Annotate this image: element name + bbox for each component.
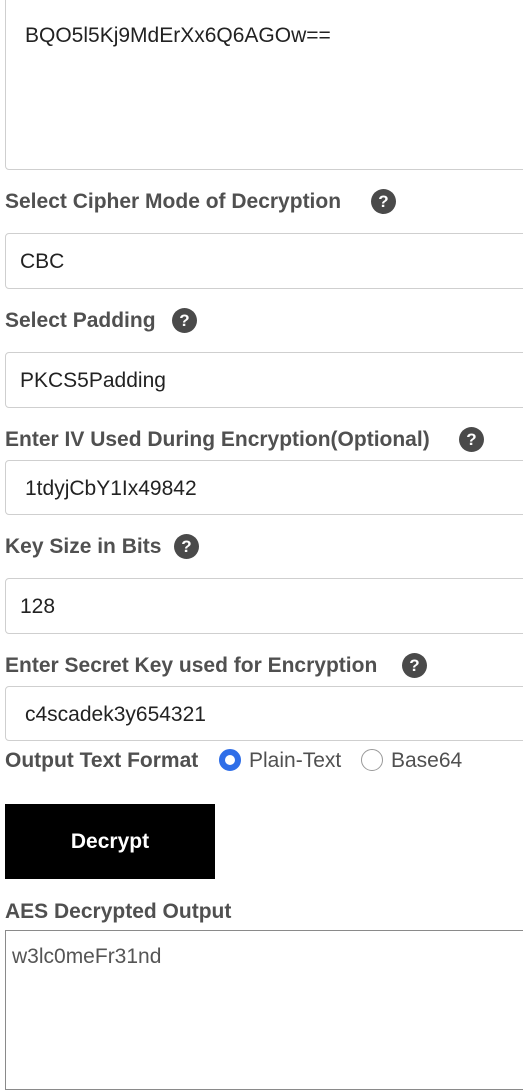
ciphertext-textarea[interactable]: BQO5l5Kj9MdErXx6Q6AGOw==: [5, 0, 523, 170]
output-label: AES Decrypted Output: [5, 900, 232, 923]
iv-value: 1tdyjCbY1Ix49842: [25, 477, 197, 500]
cipher-mode-select[interactable]: CBC: [5, 233, 523, 289]
secret-key-input[interactable]: c4scadek3y654321: [5, 686, 523, 741]
key-size-label: Key Size in Bits: [5, 535, 162, 558]
cipher-mode-help-icon[interactable]: ?: [371, 189, 396, 214]
padding-label: Select Padding: [5, 309, 156, 332]
iv-input[interactable]: 1tdyjCbY1Ix49842: [5, 460, 523, 515]
secret-key-value: c4scadek3y654321: [25, 703, 206, 726]
iv-help-icon[interactable]: ?: [459, 427, 484, 452]
key-size-value: 128: [20, 595, 56, 618]
cipher-mode-label: Select Cipher Mode of Decryption: [5, 190, 342, 213]
key-size-help-icon[interactable]: ?: [174, 534, 199, 559]
iv-label: Enter IV Used During Encryption(Optional…: [5, 428, 430, 451]
ciphertext-value: BQO5l5Kj9MdErXx6Q6AGOw==: [25, 24, 331, 47]
decrypted-output-value: w3lc0meFr31nd: [12, 945, 162, 968]
decrypt-button[interactable]: Decrypt: [5, 804, 215, 879]
key-size-select[interactable]: 128: [5, 578, 523, 634]
secret-key-help-icon[interactable]: ?: [402, 653, 427, 678]
decrypted-output-textarea[interactable]: w3lc0meFr31nd: [5, 930, 523, 1090]
base64-radio-label[interactable]: Base64: [391, 749, 462, 773]
padding-help-icon[interactable]: ?: [172, 308, 197, 333]
padding-select[interactable]: PKCS5Padding: [5, 352, 523, 408]
plain-text-radio-label[interactable]: Plain-Text: [249, 749, 341, 773]
secret-key-label: Enter Secret Key used for Encryption: [5, 654, 378, 677]
output-format-label: Output Text Format: [5, 749, 199, 772]
cipher-mode-value: CBC: [20, 250, 65, 273]
padding-value: PKCS5Padding: [20, 369, 166, 392]
base64-radio[interactable]: [361, 749, 383, 771]
plain-text-radio[interactable]: [219, 749, 241, 771]
